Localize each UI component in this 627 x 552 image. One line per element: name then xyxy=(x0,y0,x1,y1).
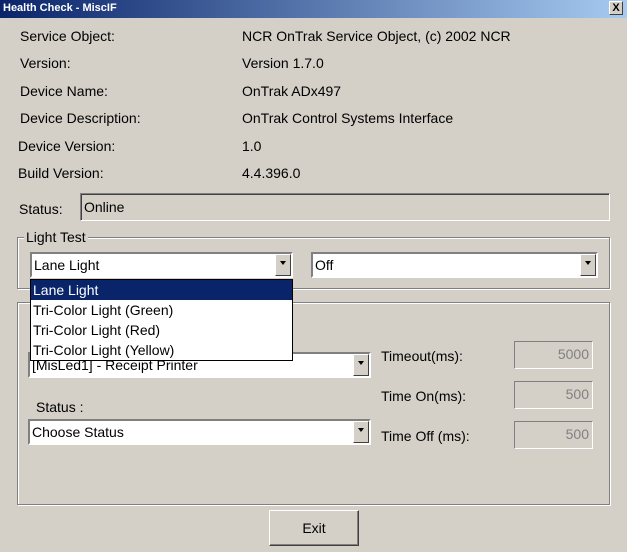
led-status-label: Status : xyxy=(36,399,84,415)
device-name-value: OnTrak ADx497 xyxy=(242,83,342,99)
chevron-down-icon[interactable] xyxy=(353,354,369,376)
version-label: Version: xyxy=(20,55,71,71)
time-off-input[interactable]: 500 xyxy=(514,421,593,449)
status-label: Status: xyxy=(19,201,63,217)
timeout-input[interactable]: 5000 xyxy=(514,341,593,369)
device-name-label: Device Name: xyxy=(20,83,108,99)
light-select-dropdown: Lane Light Tri-Color Light (Green) Tri-C… xyxy=(30,279,293,361)
timeout-value: 5000 xyxy=(557,346,589,362)
light-test-legend: Light Test xyxy=(24,229,88,245)
device-description-label: Device Description: xyxy=(20,110,141,126)
service-object-value: NCR OnTrak Service Object, (c) 2002 NCR xyxy=(242,28,511,44)
chevron-down-icon[interactable] xyxy=(353,421,369,443)
time-on-input[interactable]: 500 xyxy=(514,381,593,409)
light-state-value: Off xyxy=(315,257,334,273)
light-select-value: Lane Light xyxy=(34,257,100,273)
build-version-value: 4.4.396.0 xyxy=(242,165,301,181)
device-version-value: 1.0 xyxy=(242,138,262,154)
status-field: Online xyxy=(80,193,610,221)
service-object-label: Service Object: xyxy=(20,28,115,44)
title-bar: Health Check - MiscIF X xyxy=(0,0,627,18)
dropdown-option-tricolor-green[interactable]: Tri-Color Light (Green) xyxy=(31,300,292,320)
dropdown-option-tricolor-yellow[interactable]: Tri-Color Light (Yellow) xyxy=(31,340,292,360)
device-description-value: OnTrak Control Systems Interface xyxy=(242,110,454,126)
chevron-down-icon[interactable] xyxy=(580,254,596,276)
led-status-select[interactable]: Choose Status xyxy=(28,419,371,445)
status-value: Online xyxy=(84,199,125,215)
close-button[interactable]: X xyxy=(609,1,623,15)
version-value: Version 1.7.0 xyxy=(242,55,324,71)
window-title: Health Check - MiscIF xyxy=(3,2,117,14)
dropdown-option-lane-light[interactable]: Lane Light xyxy=(31,280,292,300)
timeout-label: Timeout(ms): xyxy=(381,348,463,364)
device-version-label: Device Version: xyxy=(18,138,116,154)
build-version-label: Build Version: xyxy=(18,165,104,181)
dropdown-option-tricolor-red[interactable]: Tri-Color Light (Red) xyxy=(31,320,292,340)
light-state-select[interactable]: Off xyxy=(311,252,598,278)
led-status-value: Choose Status xyxy=(32,424,124,440)
time-on-label: Time On(ms): xyxy=(381,388,467,404)
exit-button[interactable]: Exit xyxy=(269,510,359,546)
time-on-value: 500 xyxy=(565,386,589,402)
time-off-value: 500 xyxy=(565,426,589,442)
time-off-label: Time Off (ms): xyxy=(381,428,470,444)
chevron-down-icon[interactable] xyxy=(275,254,291,276)
light-select[interactable]: Lane Light xyxy=(30,252,293,278)
